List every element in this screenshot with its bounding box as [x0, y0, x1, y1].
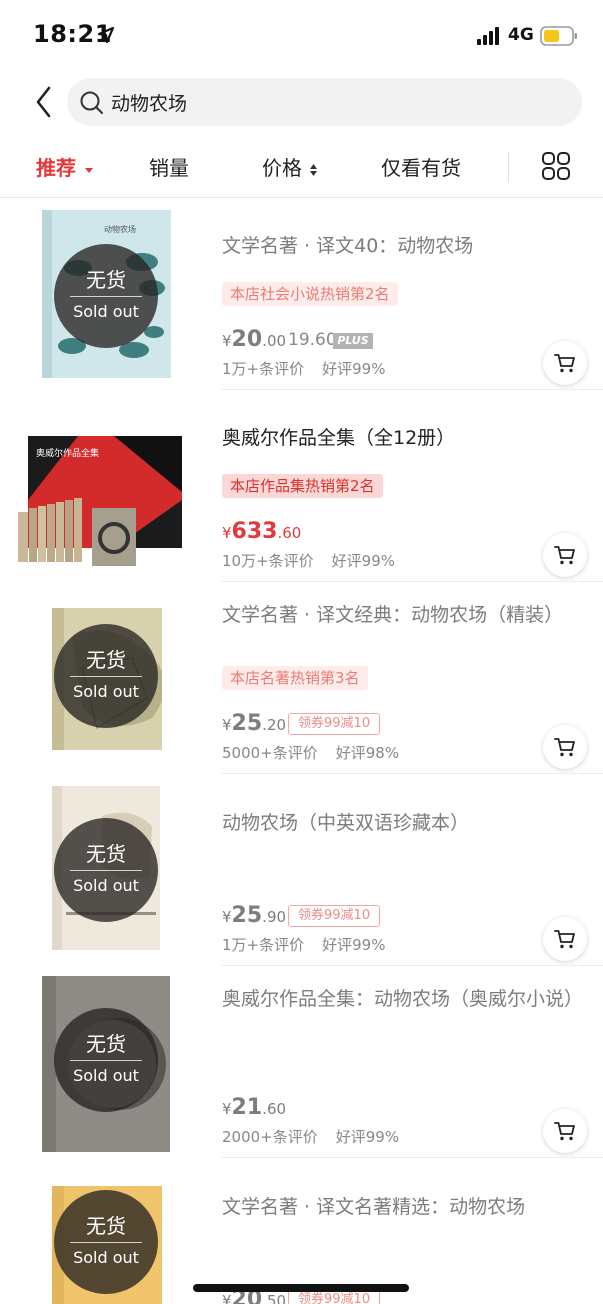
rank-tag: 本店名著热销第3名 — [222, 666, 368, 690]
search-input[interactable]: 动物农场 — [67, 78, 582, 126]
product-card[interactable]: 无货 Sold out 动物农场（中英双语珍藏本） ¥25.90 领券99减10… — [0, 774, 603, 966]
product-image: 无货 Sold out — [42, 976, 170, 1152]
sold-out-badge: 无货 Sold out — [54, 624, 158, 728]
cart-icon — [554, 930, 575, 949]
search-query: 动物农场 — [111, 93, 188, 115]
add-to-cart-button[interactable] — [543, 341, 587, 385]
product-image: 无货 Sold out — [52, 786, 160, 950]
review-count: 2000+条评价 — [222, 1128, 318, 1146]
tab-sales[interactable]: 销量 — [149, 152, 189, 181]
tab-in-stock-label: 仅看有货 — [381, 156, 461, 180]
plus-badge: PLUS — [333, 333, 373, 349]
product-price: ¥25.90 — [222, 903, 287, 928]
good-rate: 好评99% — [331, 552, 395, 570]
cart-icon — [554, 546, 575, 565]
sold-out-badge: 无货 Sold out — [54, 818, 158, 922]
review-info: 5000+条评价 好评98% — [222, 742, 399, 763]
review-info: 1万+条评价 好评99% — [222, 934, 385, 955]
product-image: 无货 Sold out — [52, 608, 162, 750]
product-title: 动物农场（中英双语珍藏本） — [222, 812, 470, 834]
review-info: 1万+条评价 好评99% — [222, 358, 385, 379]
cart-icon — [554, 738, 575, 757]
tab-in-stock[interactable]: 仅看有货 — [381, 152, 461, 181]
add-to-cart-button[interactable] — [543, 1109, 587, 1153]
sold-out-badge: 无货 Sold out — [54, 1190, 158, 1294]
cover-title: 动物农场 — [104, 224, 136, 234]
good-rate: 好评98% — [335, 744, 400, 762]
product-image: 动物农场 无货 Sold out — [42, 210, 171, 378]
cart-icon — [554, 1122, 575, 1141]
sold-out-badge: 无货 Sold out — [54, 1008, 158, 1112]
plus-price: 19.60 — [288, 330, 337, 350]
product-title: 文学名著 · 译文名著精选：动物农场 — [222, 1196, 526, 1218]
add-to-cart-button[interactable] — [543, 917, 587, 961]
battery-icon — [540, 26, 577, 46]
tab-price[interactable]: 价格 — [262, 152, 318, 181]
home-indicator — [193, 1284, 409, 1292]
network-label: 4G — [508, 25, 534, 45]
good-rate: 好评99% — [335, 1128, 400, 1146]
coupon-tag[interactable]: 领券99减10 — [288, 713, 381, 735]
search-icon — [80, 91, 103, 114]
back-icon — [36, 86, 51, 118]
back-button[interactable] — [30, 82, 60, 122]
review-count: 1万+条评价 — [222, 360, 305, 378]
review-count: 5000+条评价 — [222, 744, 318, 762]
add-to-cart-button[interactable] — [543, 725, 587, 769]
coupon-tag[interactable]: 领券99减10 — [288, 905, 381, 927]
product-card[interactable]: 无货 Sold out 文学名著 · 译文名著精选：动物农场 ¥20.50 领券… — [0, 1158, 603, 1304]
product-image: 无货 Sold out — [52, 1186, 162, 1304]
product-title: 文学名著 · 译文40：动物农场 — [222, 235, 474, 257]
rank-tag: 本店作品集热销第2名 — [222, 474, 383, 498]
product-card[interactable]: 动物农场 无货 Sold out 文学名著 · 译文40：动物农场 本店社会小说… — [0, 198, 603, 390]
sold-out-cn: 无货 — [86, 268, 126, 292]
filter-bar: 推荐 销量 价格 仅看有货 — [0, 140, 603, 196]
location-arrow-icon — [97, 26, 115, 44]
product-image: 奥威尔作品全集 — [18, 430, 184, 566]
caret-down-icon — [84, 167, 93, 173]
product-price: ¥25.20 — [222, 711, 287, 736]
tab-recommend-label: 推荐 — [36, 156, 76, 180]
product-title: 奥威尔作品全集（全12册） — [222, 427, 456, 449]
review-info: 2000+条评价 好评99% — [222, 1126, 399, 1147]
product-title: 文学名著 · 译文经典：动物农场（精装） — [222, 604, 564, 626]
status-bar: 18:21 4G — [0, 0, 603, 72]
good-rate: 好评99% — [322, 936, 386, 954]
tab-price-label: 价格 — [262, 156, 302, 180]
product-card[interactable]: 无货 Sold out 文学名著 · 译文经典：动物农场（精装） 本店名著热销第… — [0, 582, 603, 774]
tab-recommend[interactable]: 推荐 — [36, 152, 94, 181]
product-card[interactable]: 无货 Sold out 奥威尔作品全集：动物农场（奥威尔小说） ¥21.60 2… — [0, 966, 603, 1158]
good-rate: 好评99% — [322, 360, 386, 378]
review-info: 10万+条评价 好评99% — [222, 550, 395, 571]
review-count: 10万+条评价 — [222, 552, 314, 570]
review-count: 1万+条评价 — [222, 936, 305, 954]
product-price: ¥20.00 — [222, 327, 287, 352]
signal-icon — [477, 27, 499, 45]
product-price: ¥21.60 — [222, 1095, 287, 1120]
tab-divider — [508, 152, 509, 182]
sort-arrows-icon — [310, 163, 318, 176]
product-price: ¥633.60 — [222, 519, 302, 544]
cart-icon — [554, 354, 575, 373]
add-to-cart-button[interactable] — [543, 533, 587, 577]
sold-out-en: Sold out — [73, 302, 139, 321]
cover-title: 奥威尔作品全集 — [36, 447, 99, 459]
sold-out-badge: 无货 Sold out — [54, 244, 158, 348]
tab-sales-label: 销量 — [149, 156, 189, 180]
product-title: 奥威尔作品全集：动物农场（奥威尔小说） — [222, 988, 584, 1010]
product-card[interactable]: 奥威尔作品全集 奥威尔作品全集（全12册） 本店作品集热销第2名 ¥633.60… — [0, 390, 603, 582]
rank-tag: 本店社会小说热销第2名 — [222, 282, 398, 306]
grid-icon[interactable] — [541, 151, 571, 181]
